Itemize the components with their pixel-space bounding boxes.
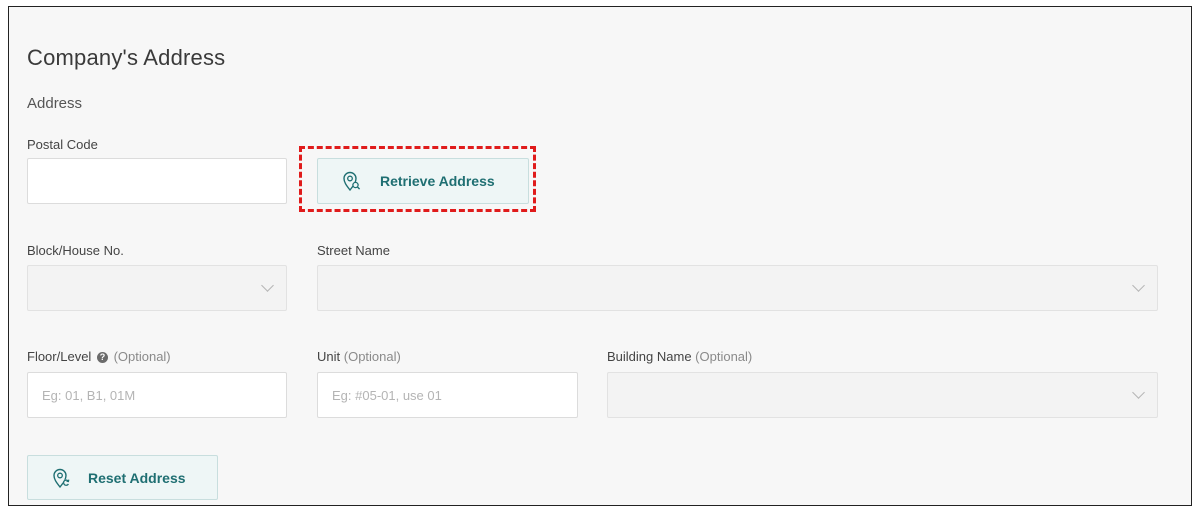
help-icon[interactable]: ?	[96, 352, 108, 364]
page-title: Company's Address	[27, 45, 226, 70]
retrieve-address-button[interactable]: Retrieve Address	[317, 158, 529, 204]
floor-input[interactable]	[28, 373, 286, 417]
building-select[interactable]	[607, 372, 1158, 418]
building-label: Building Name (Optional)	[607, 349, 752, 364]
postal-code-label: Postal Code	[27, 137, 98, 152]
postal-code-field[interactable]	[27, 158, 287, 204]
section-title: Address	[27, 95, 83, 112]
block-label: Block/House No.	[27, 243, 124, 258]
building-optional-text: (Optional)	[695, 349, 753, 364]
address-panel: Company's Address Address Postal Code Re…	[8, 6, 1192, 506]
floor-optional-text: (Optional)	[113, 349, 171, 364]
block-select[interactable]	[27, 265, 287, 311]
unit-field[interactable]	[317, 372, 578, 418]
chevron-down-icon	[1132, 386, 1145, 399]
map-pin-reset-icon	[53, 468, 70, 488]
floor-label: Floor/Level ? (Optional)	[27, 349, 171, 364]
floor-field[interactable]	[27, 372, 287, 418]
street-label: Street Name	[317, 243, 390, 258]
unit-optional-text: (Optional)	[343, 349, 401, 364]
unit-label-text: Unit	[317, 349, 341, 364]
unit-label: Unit (Optional)	[317, 349, 401, 364]
reset-address-button[interactable]: Reset Address	[27, 455, 218, 500]
reset-address-label: Reset Address	[88, 469, 186, 486]
building-label-text: Building Name	[607, 349, 692, 364]
street-select[interactable]	[317, 265, 1158, 311]
floor-label-text: Floor/Level	[27, 349, 92, 364]
map-pin-search-icon	[343, 171, 361, 192]
unit-input[interactable]	[318, 373, 577, 417]
chevron-down-icon	[1132, 279, 1145, 292]
retrieve-address-label: Retrieve Address	[380, 173, 495, 189]
postal-code-input[interactable]	[28, 159, 286, 203]
chevron-down-icon	[261, 279, 274, 292]
